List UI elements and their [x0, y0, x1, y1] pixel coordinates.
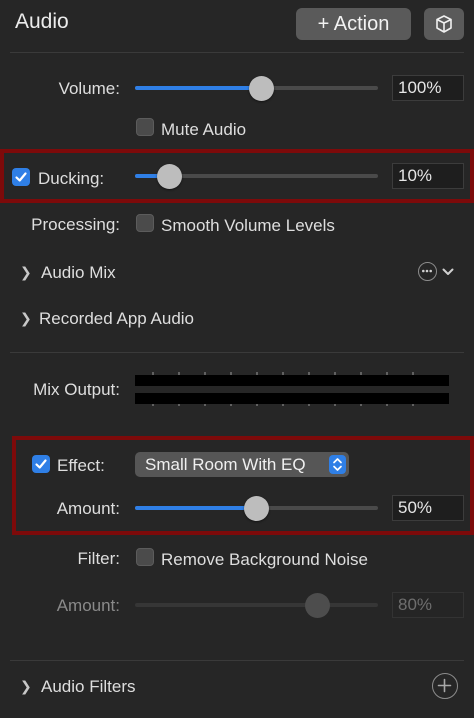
add-audio-filter-button[interactable]	[432, 673, 458, 699]
chevron-down-icon[interactable]	[442, 267, 454, 277]
updown-arrows-icon	[329, 455, 346, 474]
remove-noise-label: Remove Background Noise	[161, 550, 368, 569]
checkmark-icon	[35, 459, 47, 469]
ducking-checkbox[interactable]	[12, 168, 30, 186]
smooth-volume-label: Smooth Volume Levels	[161, 216, 335, 235]
volume-label: Volume:	[58, 79, 120, 98]
effect-amount-slider-fill	[135, 506, 257, 510]
effect-amount-slider-thumb[interactable]	[244, 496, 269, 521]
mute-audio-label: Mute Audio	[161, 120, 247, 139]
volume-slider[interactable]	[135, 76, 378, 101]
ducking-slider[interactable]	[135, 164, 378, 189]
filter-amount-slider-thumb	[304, 593, 330, 618]
meter-tick-marks	[152, 372, 414, 406]
audio-mix-more-button[interactable]	[418, 262, 437, 281]
divider	[10, 660, 464, 661]
volume-slider-thumb[interactable]	[248, 76, 274, 101]
cube-button[interactable]	[424, 8, 464, 40]
recorded-app-audio-disclosure-icon[interactable]: ❯	[20, 310, 32, 327]
ducking-slider-thumb[interactable]	[156, 164, 182, 189]
audio-mix-disclosure-icon[interactable]: ❯	[20, 264, 32, 281]
ellipsis-icon	[422, 269, 432, 273]
remove-noise-checkbox[interactable]	[136, 548, 154, 566]
audio-filters-label[interactable]: Audio Filters	[41, 677, 135, 697]
recorded-app-audio-label[interactable]: Recorded App Audio	[39, 309, 194, 329]
processing-label: Processing:	[31, 215, 120, 234]
ducking-value-field[interactable]: 10%	[392, 163, 464, 189]
effect-label: Effect:	[57, 456, 105, 475]
audio-filters-disclosure-icon[interactable]: ❯	[20, 678, 32, 695]
audio-mix-label[interactable]: Audio Mix	[41, 263, 116, 283]
plus-icon	[437, 678, 452, 693]
mix-output-label: Mix Output:	[33, 380, 120, 399]
effect-select-value: Small Room With EQ	[145, 455, 306, 474]
ducking-label: Ducking:	[38, 169, 105, 188]
panel-title: Audio	[15, 10, 69, 33]
effect-checkbox[interactable]	[32, 455, 50, 473]
filter-amount-label: Amount:	[56, 596, 120, 615]
filter-amount-value-field: 80%	[392, 592, 464, 618]
volume-slider-fill	[135, 86, 262, 90]
effect-amount-value-field[interactable]: 50%	[392, 495, 464, 521]
checkmark-icon	[15, 172, 27, 182]
add-action-button[interactable]: + Action	[296, 8, 411, 40]
smooth-volume-checkbox[interactable]	[136, 214, 154, 232]
effect-amount-slider[interactable]	[135, 496, 378, 521]
mute-audio-checkbox[interactable]	[136, 118, 154, 136]
divider	[10, 52, 464, 53]
effect-select[interactable]: Small Room With EQ	[135, 452, 349, 477]
filter-amount-slider	[135, 593, 378, 618]
volume-value-field[interactable]: 100%	[392, 75, 464, 101]
cube-icon	[436, 15, 452, 33]
effect-amount-label: Amount:	[56, 499, 120, 518]
filter-label: Filter:	[77, 549, 121, 568]
divider	[10, 352, 464, 353]
